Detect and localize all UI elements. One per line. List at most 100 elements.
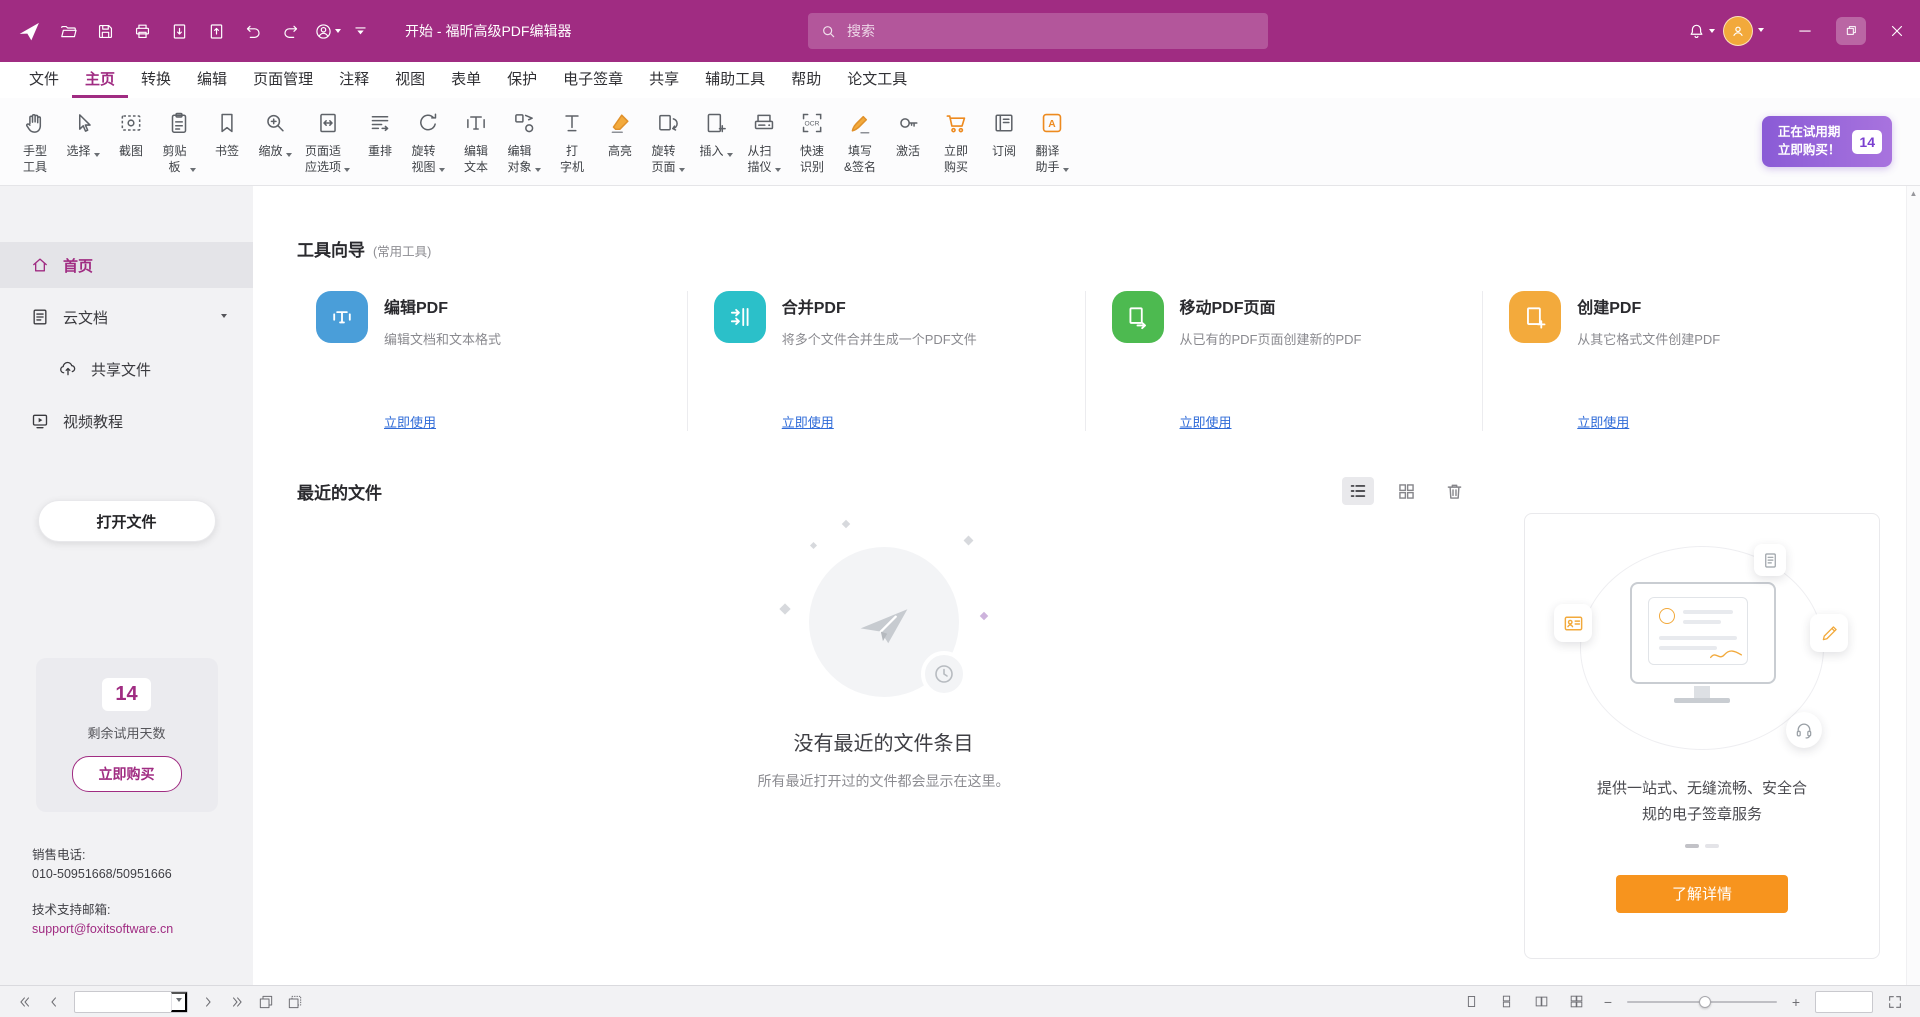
ribbon-tool-zoom[interactable]: 缩放 [252,98,298,185]
menu-tab-edit[interactable]: 编辑 [184,62,240,98]
scroll-up-icon[interactable]: ▲ [1910,186,1918,202]
ribbon-tool-bookmark[interactable]: 书签 [204,98,250,185]
sidebar-item-home[interactable]: 首页 [0,242,253,288]
menu-tab-paper-tools[interactable]: 论文工具 [834,62,920,98]
translate-icon: A [1039,107,1065,139]
account-button[interactable] [310,14,344,48]
customize-toolbar-button[interactable] [343,14,377,48]
ribbon-tool-select[interactable]: 选择 [60,98,106,185]
open-file-button[interactable]: 打开文件 [38,500,216,542]
avatar-menu-button[interactable] [1719,13,1768,49]
save-button[interactable] [88,14,122,48]
support-email-link[interactable]: support@foxitsoftware.cn [32,920,253,939]
learn-more-button[interactable]: 了解详情 [1616,875,1788,913]
next-view-button[interactable] [282,990,308,1014]
previous-view-button[interactable] [253,990,279,1014]
notifications-button[interactable] [1683,13,1719,49]
minimize-button[interactable] [1782,0,1828,62]
ribbon-tool-subscribe[interactable]: 订阅 [981,98,1027,185]
clear-recent-button[interactable] [1438,477,1470,505]
zoom-out-icon[interactable]: − [1598,994,1618,1010]
ribbon-tool-buy-now[interactable]: 立即 购买 [933,98,979,185]
ribbon-tool-edit-object[interactable]: 编辑 对象 [501,98,547,185]
menu-tab-home[interactable]: 主页 [72,62,128,98]
buy-now-button[interactable]: 立即购买 [72,756,182,792]
continuous-view-button[interactable] [1493,990,1519,1014]
first-page-button[interactable] [12,990,38,1014]
menu-tab-comment[interactable]: 注释 [326,62,382,98]
undo-button[interactable] [236,14,270,48]
menu-tab-esign[interactable]: 电子签章 [550,62,636,98]
ribbon-tool-activate[interactable]: 激活 [885,98,931,185]
menu-tab-accessibility[interactable]: 辅助工具 [692,62,778,98]
menu-tab-share[interactable]: 共享 [636,62,692,98]
merge-pdf-icon [714,291,766,343]
ribbon-tool-fill-sign[interactable]: 填写 &签名 [837,98,883,185]
facing-continuous-view-button[interactable] [1563,990,1589,1014]
zoom-level-input[interactable] [1815,991,1873,1013]
carousel-dot-1[interactable] [1685,844,1699,848]
undo-icon [244,22,263,41]
card-edit-pdf[interactable]: 编辑PDF 编辑文档和文本格式 立即使用 [297,291,687,431]
zoom-slider[interactable] [1627,1001,1777,1003]
next-page-button[interactable] [195,990,221,1014]
fullscreen-button[interactable] [1882,990,1908,1014]
search-input[interactable] [847,23,1256,39]
open-file-icon-button[interactable] [51,14,85,48]
sidebar-item-cloud-docs[interactable]: 云文档 [0,294,253,340]
ribbon-tool-insert[interactable]: 插入 [693,98,739,185]
import-button[interactable] [199,14,233,48]
grid-view-button[interactable] [1390,477,1422,505]
ribbon-tool-reflow[interactable]: 重排 [357,98,403,185]
ribbon-tool-scanner[interactable]: 从扫 描仪 [741,98,787,185]
carousel-dot-2[interactable] [1705,844,1719,848]
menu-tab-form[interactable]: 表单 [438,62,494,98]
print-button[interactable] [125,14,159,48]
page-number-input[interactable] [75,995,171,1009]
use-now-link[interactable]: 立即使用 [782,412,834,431]
sidebar-item-video-tutorials[interactable]: 视频教程 [0,398,253,444]
ribbon-tool-clipboard[interactable]: 剪贴 板 [156,98,202,185]
close-button[interactable] [1874,0,1920,62]
menu-tab-file[interactable]: 文件 [16,62,72,98]
ribbon-tool-highlight[interactable]: 高亮 [597,98,643,185]
ribbon-tool-hand[interactable]: 手型 工具 [12,98,58,185]
ribbon-tool-rotate-pages[interactable]: 旋转 页面 [645,98,691,185]
ribbon-tool-edit-text[interactable]: 编辑 文本 [453,98,499,185]
chevron-down-icon [344,168,350,172]
export-button[interactable] [162,14,196,48]
single-page-view-button[interactable] [1458,990,1484,1014]
menu-tab-page-manage[interactable]: 页面管理 [240,62,326,98]
menu-tab-view[interactable]: 视图 [382,62,438,98]
ribbon-tool-translate[interactable]: A 翻译 助手 [1029,98,1075,185]
facing-view-button[interactable] [1528,990,1554,1014]
redo-button[interactable] [273,14,307,48]
restore-button[interactable] [1828,0,1874,62]
trial-buy-now-badge[interactable]: 正在试用期 立即购买！ 14 [1762,116,1892,167]
clock-icon [921,651,967,697]
use-now-link[interactable]: 立即使用 [384,412,436,431]
ribbon-tool-page-fit[interactable]: 页面适 应选项 [300,98,355,185]
list-view-button[interactable] [1342,477,1374,505]
use-now-link[interactable]: 立即使用 [1577,412,1629,431]
menu-tab-help[interactable]: 帮助 [778,62,834,98]
card-move-pdf-pages[interactable]: 移动PDF页面 从已有的PDF页面创建新的PDF 立即使用 [1085,291,1483,431]
snapshot-icon [118,107,144,139]
ribbon-tool-snapshot[interactable]: 截图 [108,98,154,185]
menu-tab-convert[interactable]: 转换 [128,62,184,98]
menu-tab-protect[interactable]: 保护 [494,62,550,98]
page-dropdown-button[interactable] [171,992,187,1012]
ribbon-tool-ocr[interactable]: OCR 快速 识别 [789,98,835,185]
sidebar-item-shared-files[interactable]: 共享文件 [0,346,253,392]
vertical-scrollbar[interactable]: ▲ [1906,186,1920,985]
use-now-link[interactable]: 立即使用 [1180,412,1232,431]
zoom-slider-thumb[interactable] [1699,996,1711,1008]
card-create-pdf[interactable]: 创建PDF 从其它格式文件创建PDF 立即使用 [1482,291,1880,431]
zoom-in-icon[interactable]: + [1786,994,1806,1010]
ribbon-tool-rotate-view[interactable]: 旋转 视图 [405,98,451,185]
ribbon-tool-typewriter[interactable]: 打 字机 [549,98,595,185]
search-bar[interactable] [808,13,1268,49]
card-merge-pdf[interactable]: 合并PDF 将多个文件合并生成一个PDF文件 立即使用 [687,291,1085,431]
previous-page-button[interactable] [41,990,67,1014]
last-page-button[interactable] [224,990,250,1014]
